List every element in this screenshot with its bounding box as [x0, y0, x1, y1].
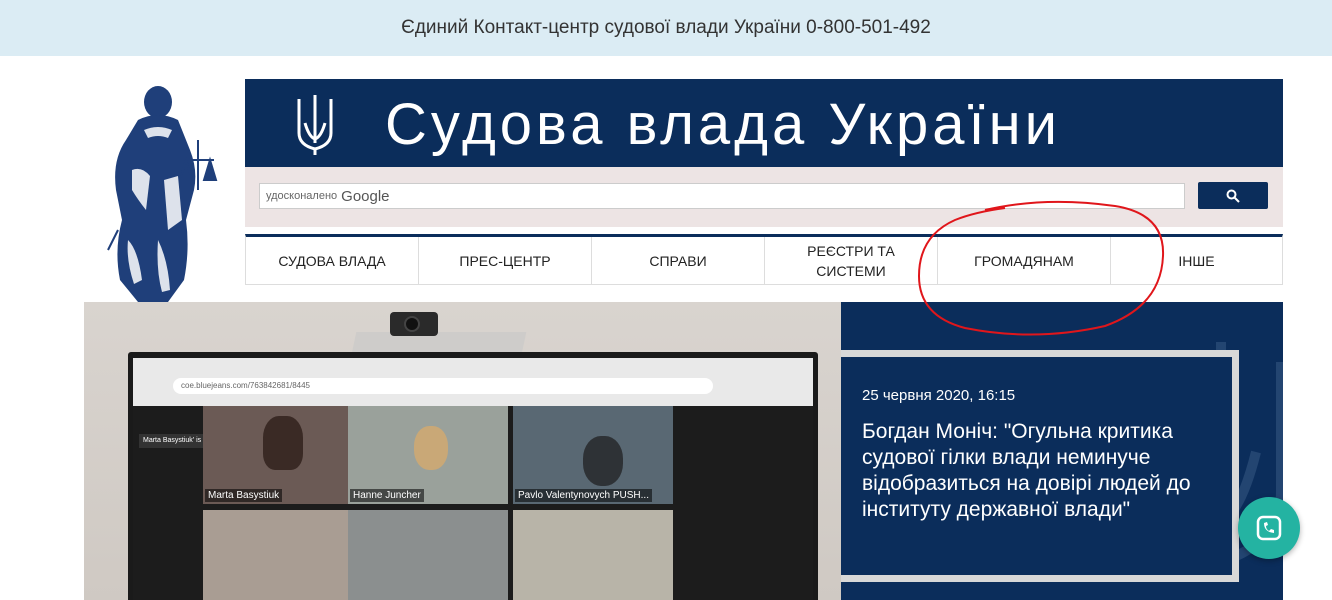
participant-name: Marta Basystiuk	[205, 489, 283, 502]
video-tile: Pavlo Valentynovych PUSH...	[513, 406, 673, 504]
chat-button[interactable]	[1238, 497, 1300, 559]
main-nav: СУДОВА ВЛАДА ПРЕС-ЦЕНТР СПРАВИ РЕЄСТРИ Т…	[245, 234, 1283, 285]
search-prefix: удосконалено	[266, 190, 338, 202]
nav-item-other[interactable]: ІНШЕ	[1111, 237, 1282, 284]
site-banner: Судова влада України	[245, 79, 1283, 167]
video-tile	[513, 510, 673, 600]
search-area: удосконалено Google	[245, 167, 1283, 227]
phone-icon	[1256, 515, 1282, 541]
monitor: coe.bluejeans.com/763842681/8445 Marta B…	[128, 352, 818, 600]
nav-item-citizens[interactable]: ГРОМАДЯНАМ	[938, 237, 1111, 284]
google-brand: Google	[341, 187, 390, 205]
video-tile	[348, 510, 508, 600]
news-date: 25 червня 2020, 16:15	[862, 387, 1016, 404]
browser-url: coe.bluejeans.com/763842681/8445	[173, 378, 713, 394]
site-title[interactable]: Судова влада України	[385, 91, 1061, 158]
news-panel: 25 червня 2020, 16:15 Богдан Моніч: "Огу…	[841, 302, 1283, 600]
video-tile: Hanne Juncher	[348, 406, 508, 504]
trident-icon	[297, 95, 333, 155]
participant-name: Hanne Juncher	[350, 489, 424, 502]
news-frame: 25 червня 2020, 16:15 Богдан Моніч: "Огу…	[841, 350, 1239, 582]
news-photo[interactable]: coe.bluejeans.com/763842681/8445 Marta B…	[84, 302, 841, 600]
nav-item-registries[interactable]: РЕЄСТРИ ТА СИСТЕМИ	[765, 237, 938, 284]
news-headline[interactable]: Богдан Моніч: "Огульна критика судової г…	[862, 419, 1234, 523]
contact-center-text: Єдиний Контакт-центр судової влади Украї…	[401, 17, 931, 38]
nav-item-press-center[interactable]: ПРЕС-ЦЕНТР	[419, 237, 592, 284]
participant-name: Pavlo Valentynovych PUSH...	[515, 489, 652, 502]
search-icon	[1226, 189, 1240, 203]
nav-item-judiciary[interactable]: СУДОВА ВЛАДА	[246, 237, 419, 284]
webcam	[390, 312, 438, 336]
themis-logo[interactable]	[98, 80, 218, 302]
video-tile	[203, 510, 363, 600]
contact-center-bar: Єдиний Контакт-центр судової влади Украї…	[0, 0, 1332, 56]
search-button[interactable]	[1198, 182, 1268, 209]
video-tile: Marta Basystiuk	[203, 406, 363, 504]
video-grid: Marta Basystiuk' is talking Marta Basyst…	[133, 406, 813, 600]
nav-item-cases[interactable]: СПРАВИ	[592, 237, 765, 284]
monitor-screen: coe.bluejeans.com/763842681/8445 Marta B…	[133, 358, 813, 600]
hero-slider[interactable]: coe.bluejeans.com/763842681/8445 Marta B…	[84, 302, 1283, 600]
search-input[interactable]: удосконалено Google	[259, 183, 1185, 209]
monitor-stand	[351, 332, 527, 354]
browser-bar: coe.bluejeans.com/763842681/8445	[133, 358, 813, 406]
